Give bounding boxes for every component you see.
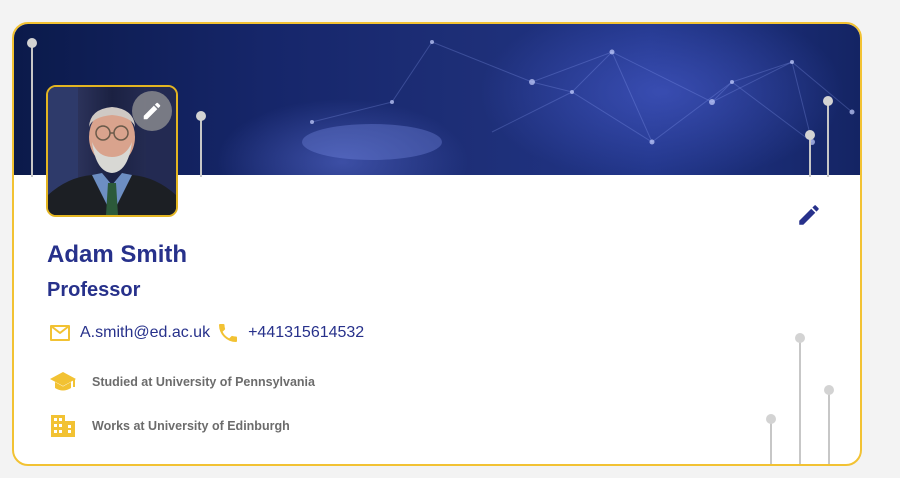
banner-pin-dot bbox=[805, 130, 815, 140]
banner-pin-line bbox=[200, 118, 202, 177]
phone-icon bbox=[219, 324, 238, 342]
work-text: Works at University of Edinburgh bbox=[92, 419, 290, 433]
profile-card: Adam Smith Professor A.smith@ed.ac.uk +4… bbox=[12, 22, 862, 466]
footer-pin-dot bbox=[795, 333, 805, 343]
profile-title: Professor bbox=[47, 279, 141, 301]
education-row: Studied at University of Pennsylvania bbox=[48, 370, 315, 394]
edit-profile-button[interactable] bbox=[794, 200, 824, 230]
pencil-icon bbox=[143, 102, 161, 120]
work-row: Works at University of Edinburgh bbox=[48, 414, 290, 438]
education-text: Studied at University of Pennsylvania bbox=[92, 375, 315, 389]
contact-row: A.smith@ed.ac.uk +441315614532 bbox=[48, 321, 364, 345]
footer-pin-line bbox=[770, 421, 772, 464]
footer-pin-line bbox=[799, 340, 801, 464]
banner-pin-line bbox=[809, 138, 811, 177]
email-link[interactable]: A.smith@ed.ac.uk bbox=[80, 324, 210, 342]
footer-pin-dot bbox=[766, 414, 776, 424]
banner-pin-line bbox=[31, 46, 33, 177]
mail-icon bbox=[50, 325, 70, 341]
banner-pin-line bbox=[827, 104, 829, 177]
banner-pin-dot bbox=[196, 111, 206, 121]
office-building-icon bbox=[48, 414, 78, 438]
phone-link[interactable]: +441315614532 bbox=[248, 324, 364, 342]
banner-pin-dot bbox=[823, 96, 833, 106]
avatar-edit-button[interactable] bbox=[132, 91, 172, 131]
footer-pin-line bbox=[828, 392, 830, 464]
footer-pin-dot bbox=[824, 385, 834, 395]
banner-pin-dot bbox=[27, 38, 37, 48]
graduation-cap-icon bbox=[48, 370, 78, 394]
profile-name: Adam Smith bbox=[47, 241, 188, 268]
pencil-icon bbox=[799, 205, 819, 225]
